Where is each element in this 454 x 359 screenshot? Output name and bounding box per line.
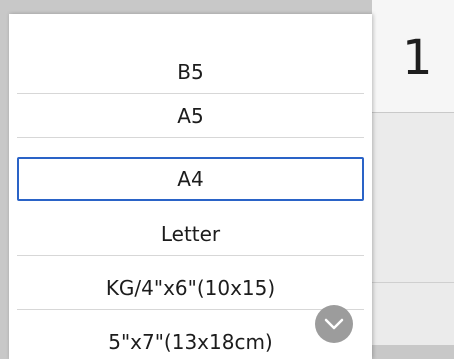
option-label: A4 xyxy=(177,167,204,191)
chevron-down-icon xyxy=(324,318,344,330)
copies-value: 1 xyxy=(402,30,433,86)
paper-size-option-b5[interactable]: B5 xyxy=(17,50,364,94)
copies-display: 1 xyxy=(372,0,454,113)
paper-size-option-5x7[interactable]: 5"x7"(13x18cm) xyxy=(17,320,364,359)
paper-size-option-a5[interactable]: A5 xyxy=(17,94,364,138)
option-label: 5"x7"(13x18cm) xyxy=(108,330,273,354)
paper-size-option-letter[interactable]: Letter xyxy=(17,212,364,256)
divider xyxy=(372,282,454,283)
option-label: Letter xyxy=(160,221,221,246)
background-panel: 1 xyxy=(372,0,454,345)
scroll-down-button[interactable] xyxy=(315,305,353,343)
option-label: KG/4"x6"(10x15) xyxy=(105,275,276,300)
paper-size-list[interactable]: B5 A5 A4 Letter KG/4"x6"(10x15) 5"x7"(13… xyxy=(9,14,372,359)
option-label: B5 xyxy=(177,59,204,84)
paper-size-option-kg[interactable]: KG/4"x6"(10x15) xyxy=(17,266,364,310)
option-label: A5 xyxy=(177,103,204,128)
paper-size-option-a4[interactable]: A4 xyxy=(17,157,364,201)
